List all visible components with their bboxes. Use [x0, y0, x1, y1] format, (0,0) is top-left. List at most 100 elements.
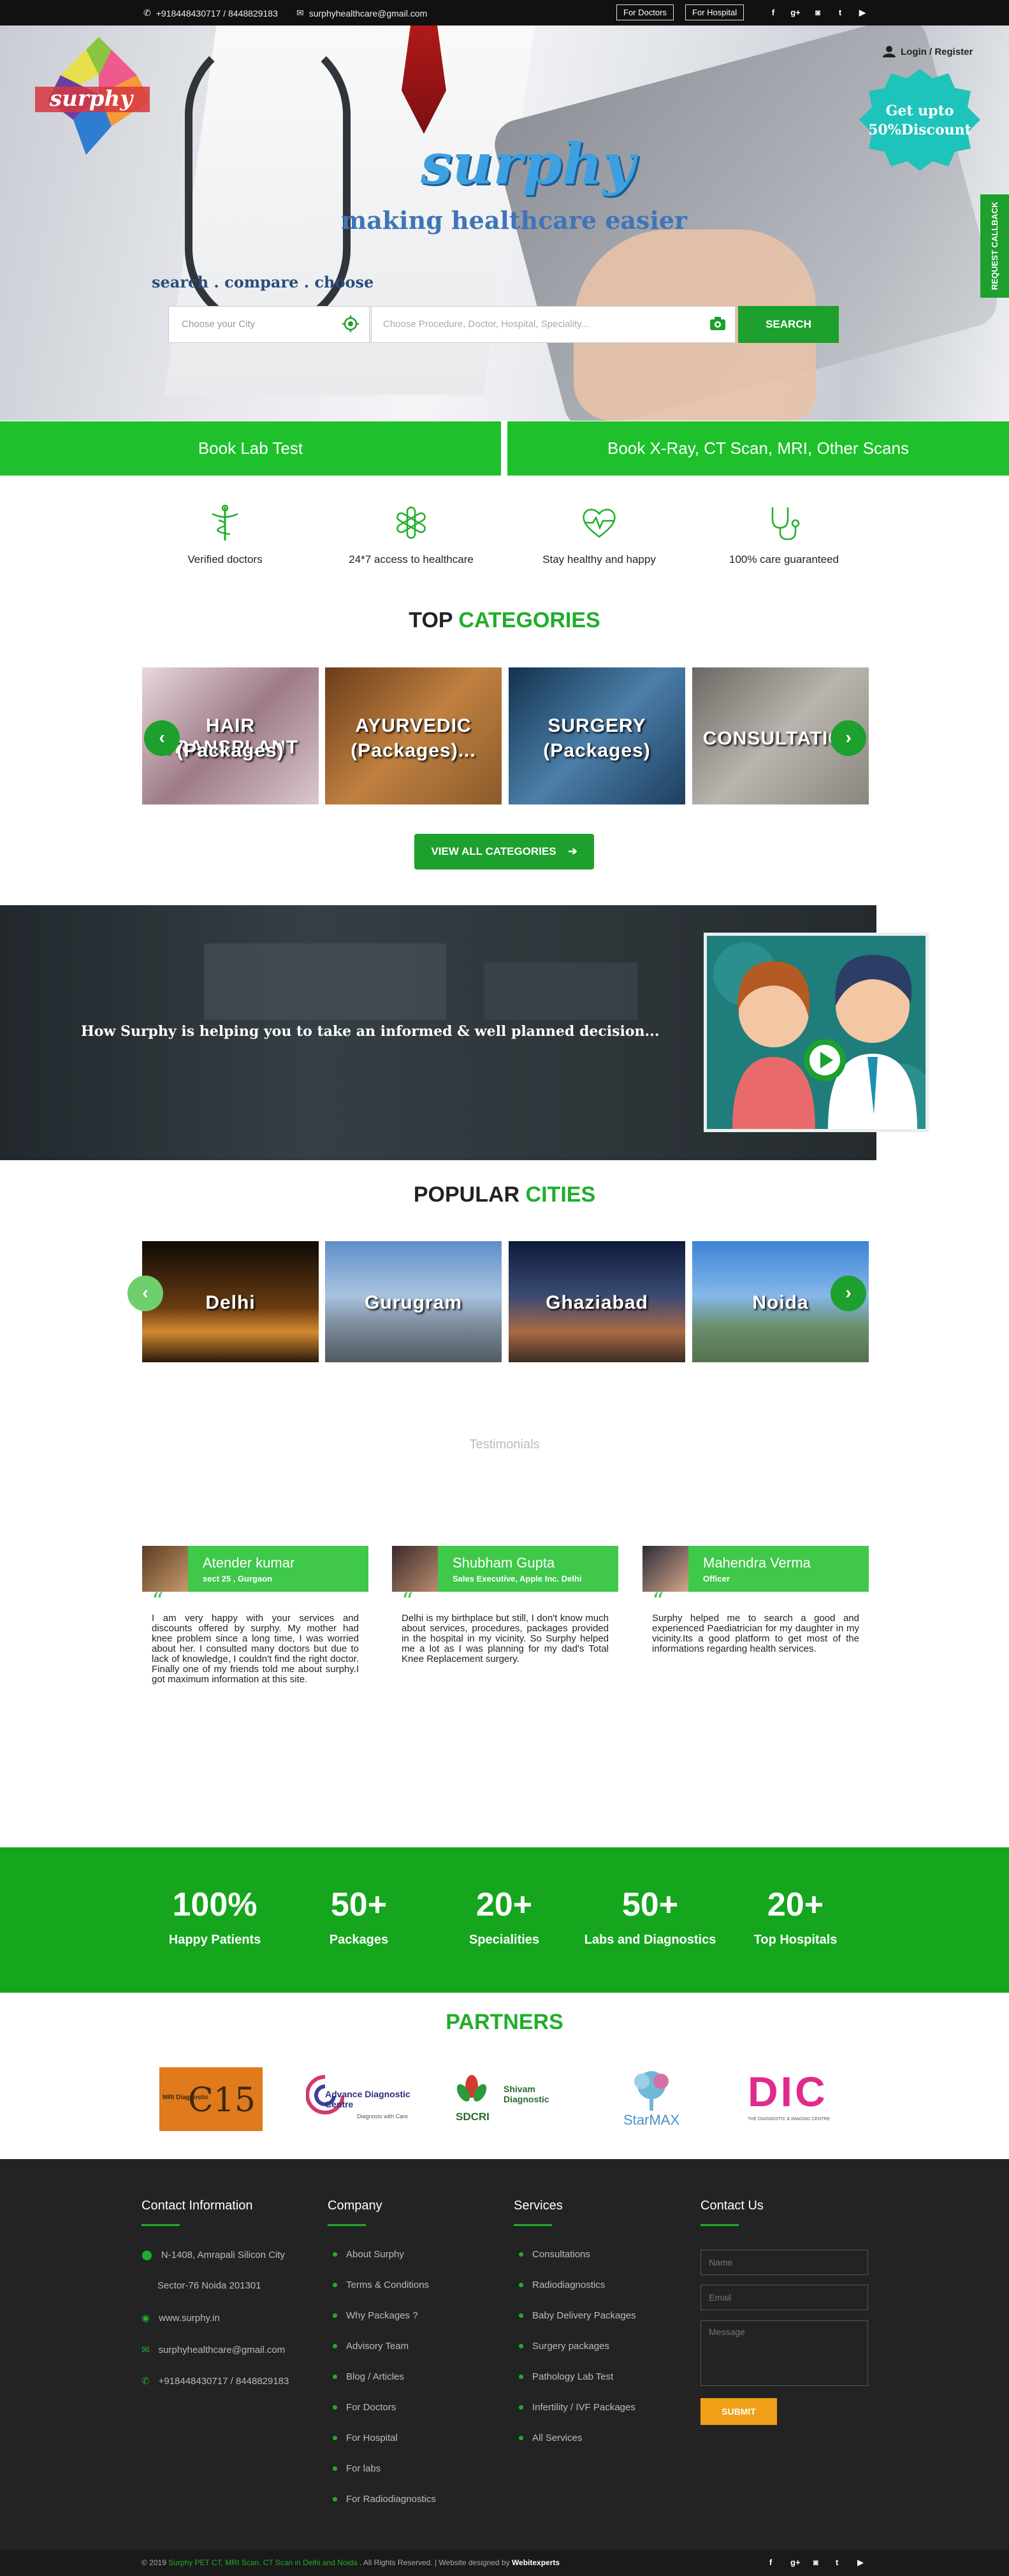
- bullet-icon: [519, 2405, 523, 2410]
- quote-icon: “: [402, 1589, 414, 1615]
- partner-logo-shivam[interactable]: SDCRI Shivam Diagnostic: [456, 2067, 558, 2131]
- footer-email-input[interactable]: [700, 2285, 868, 2310]
- partner-name: StarMAX: [623, 2112, 680, 2128]
- stat-label: Labs and Diagnostics: [584, 1933, 716, 1947]
- link-text: Radiodiagnostics: [532, 2280, 606, 2290]
- address-line2: Sector-76 Noida 201301: [157, 2280, 261, 2291]
- request-callback-tab[interactable]: REQUEST CALLBACK: [980, 194, 1009, 298]
- book-lab-test-button[interactable]: Book Lab Test: [0, 421, 501, 476]
- partner-logo-dic[interactable]: DIC THE DIAGNOSTIC & IMAGING CENTRE: [748, 2067, 850, 2131]
- for-doctors-button[interactable]: For Doctors: [616, 4, 674, 20]
- feature-label: Verified doctors: [187, 553, 263, 565]
- partner-logo-mri[interactable]: MRI Diagnostic C15: [159, 2067, 263, 2131]
- partner-logo-advance[interactable]: Advance Diagnostic Centre Diagnosis with…: [306, 2067, 414, 2131]
- city-input[interactable]: Choose your City: [168, 306, 370, 343]
- link-text: Pathology Lab Test: [532, 2371, 614, 2382]
- heading-green: CITIES: [525, 1182, 596, 1207]
- email-contact[interactable]: ✉ surphyhealthcare@gmail.com: [296, 8, 427, 18]
- designer-link[interactable]: Webitexperts: [512, 2558, 560, 2567]
- google-plus-icon[interactable]: g+: [790, 8, 801, 18]
- cities-prev-arrow[interactable]: ‹: [127, 1276, 163, 1311]
- footer-phone[interactable]: ✆ +918448430717 / 8448829183: [142, 2375, 289, 2387]
- heartbeat-icon: [583, 509, 616, 538]
- footer-email[interactable]: ✉ surphyhealthcare@gmail.com: [142, 2344, 285, 2356]
- link-text: Surgery packages: [532, 2341, 609, 2352]
- footer-service-all[interactable]: All Services: [519, 2433, 582, 2443]
- footer-service-radiodiagnostics[interactable]: Radiodiagnostics: [519, 2280, 605, 2290]
- procedure-search-input[interactable]: Choose Procedure, Doctor, Hospital, Spec…: [371, 306, 736, 343]
- footer-link-blog[interactable]: Blog / Articles: [333, 2371, 404, 2382]
- surphy-logo[interactable]: surphy: [35, 37, 150, 155]
- stat-label: Specialities: [468, 1933, 540, 1947]
- category-card-surgery[interactable]: SURGERY (Packages): [509, 667, 685, 804]
- footer-link-hospital[interactable]: For Hospital: [333, 2433, 398, 2443]
- youtube-icon[interactable]: ▶: [857, 2558, 864, 2568]
- categories-prev-arrow[interactable]: ‹: [144, 720, 180, 756]
- footer-link-terms[interactable]: Terms & Conditions: [333, 2280, 429, 2290]
- footer-service-baby-delivery[interactable]: Baby Delivery Packages: [519, 2310, 636, 2321]
- footer-address-2: Sector-76 Noida 201301: [157, 2280, 261, 2291]
- categories-next-arrow[interactable]: ›: [831, 720, 866, 756]
- bullet-icon: [333, 2466, 337, 2471]
- link-text: For Hospital: [346, 2433, 398, 2443]
- view-all-categories-button[interactable]: VIEW ALL CATEGORIES ➔: [414, 834, 594, 870]
- footer-services-title: Services: [514, 2199, 563, 2226]
- search-button[interactable]: SEARCH: [738, 306, 839, 343]
- footer-service-surgery[interactable]: Surgery packages: [519, 2341, 609, 2352]
- submit-button[interactable]: SUBMIT: [700, 2398, 777, 2425]
- avatar: [142, 1546, 188, 1592]
- testimonial-role: Officer: [703, 1574, 730, 1583]
- stat-label: Happy Patients: [168, 1933, 261, 1947]
- discount-badge[interactable]: Get upto 50%Discount: [853, 66, 987, 174]
- partner-name: DIC: [748, 2068, 828, 2115]
- partner-sub: THE DIAGNOSTIC & IMAGING CENTRE: [748, 2117, 831, 2121]
- footer-service-consultations[interactable]: Consultations: [519, 2249, 590, 2260]
- for-hospital-button[interactable]: For Hospital: [685, 4, 744, 20]
- cities-next-arrow[interactable]: ›: [831, 1276, 866, 1311]
- facebook-icon[interactable]: f: [768, 8, 778, 18]
- city-card-gurugram[interactable]: Gurugram: [325, 1241, 502, 1362]
- footer-link-labs[interactable]: For labs: [333, 2463, 381, 2474]
- logo-wordmark: surphy: [49, 86, 134, 112]
- facebook-icon[interactable]: f: [769, 2558, 772, 2567]
- stats-band: 100% Happy Patients 50+ Packages 20+ Spe…: [0, 1847, 1009, 1993]
- footer-link-radiodiagnostics[interactable]: For Radiodiagnostics: [333, 2494, 436, 2505]
- popular-cities-heading: POPULAR CITIES: [0, 1182, 1009, 1207]
- youtube-icon[interactable]: ▶: [857, 8, 867, 18]
- footer-address: ⬤ N-1408, Amrapali Silicon City: [142, 2249, 285, 2261]
- footer-link-advisory[interactable]: Advisory Team: [333, 2341, 409, 2352]
- login-register-link[interactable]: Login / Register: [883, 46, 973, 57]
- arrow-right-icon: ➔: [568, 845, 577, 857]
- link-text: Advisory Team: [346, 2341, 409, 2352]
- feature-24x7-access: 24*7 access to healthcare: [316, 504, 507, 566]
- google-plus-icon[interactable]: g+: [790, 2558, 801, 2567]
- phone-contact[interactable]: ✆ +918448430717 / 8448829183: [143, 8, 278, 18]
- twitter-icon[interactable]: t: [835, 8, 845, 18]
- footer-service-ivf[interactable]: Infertility / IVF Packages: [519, 2402, 635, 2413]
- location-target-icon[interactable]: [342, 315, 359, 333]
- footer-link-about[interactable]: About Surphy: [333, 2249, 404, 2260]
- category-card-ayurvedic[interactable]: AYURVEDIC (Packages)...: [325, 667, 502, 804]
- book-scans-button[interactable]: Book X-Ray, CT Scan, MRI, Other Scans: [507, 421, 1009, 476]
- footer-name-input[interactable]: [700, 2250, 868, 2275]
- partner-logo-starmax[interactable]: StarMAX: [614, 2067, 689, 2131]
- email-text: surphyhealthcare@gmail.com: [309, 8, 428, 18]
- twitter-icon[interactable]: t: [836, 2558, 838, 2567]
- footer-link-doctors[interactable]: For Doctors: [333, 2402, 396, 2413]
- footer-website[interactable]: ◉ www.surphy.in: [142, 2312, 220, 2324]
- footer-contact-info-title: Contact Information: [142, 2199, 253, 2226]
- footer-link-why-packages[interactable]: Why Packages ?: [333, 2310, 418, 2321]
- video-thumbnail[interactable]: [704, 933, 929, 1132]
- instagram-icon[interactable]: ◙: [813, 8, 823, 18]
- footer-message-input[interactable]: [700, 2320, 868, 2386]
- bullet-icon: [333, 2283, 337, 2287]
- city-card-ghaziabad[interactable]: Ghaziabad: [509, 1241, 685, 1362]
- city-card-delhi[interactable]: Delhi: [142, 1241, 319, 1362]
- instagram-icon[interactable]: ◙: [813, 2558, 818, 2567]
- quote-icon: “: [652, 1589, 664, 1615]
- footer-service-pathology[interactable]: Pathology Lab Test: [519, 2371, 613, 2382]
- testimonial-role: sect 25 , Gurgaon: [203, 1574, 273, 1583]
- link-text: Consultations: [532, 2249, 590, 2260]
- camera-icon[interactable]: [709, 315, 727, 333]
- copyright-link[interactable]: Surphy PET CT, MRI Scan, CT Scan in Delh…: [168, 2558, 357, 2567]
